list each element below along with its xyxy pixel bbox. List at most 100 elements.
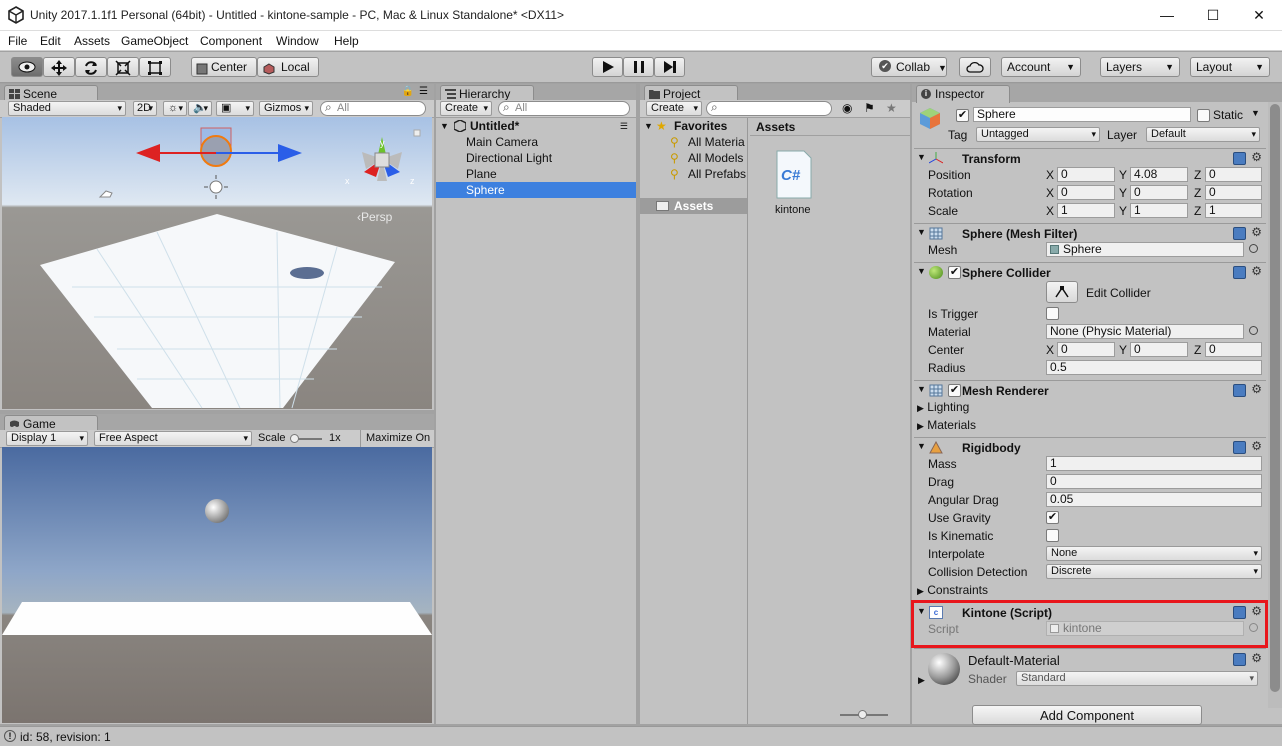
collider-foldout-icon[interactable]: ▼ (917, 266, 926, 276)
camera-icon[interactable] (98, 190, 113, 198)
is-trigger-checkbox[interactable] (1046, 307, 1059, 320)
sphere-collider-header[interactable]: ▼ ✔ Sphere Collider ⚙ (914, 262, 1266, 282)
directional-light-icon[interactable] (204, 175, 228, 199)
game-viewport[interactable] (2, 447, 432, 723)
maximize-button[interactable]: ☐ (1190, 0, 1236, 31)
static-dropdown-icon[interactable]: ▼ (1251, 108, 1260, 118)
help-icon[interactable] (1233, 441, 1246, 454)
hand-tool-button[interactable] (11, 57, 43, 77)
asset-kintone-script[interactable]: C# (774, 150, 814, 200)
center-y-field[interactable]: 0 (1130, 342, 1188, 357)
hierarchy-item-sphere[interactable]: Sphere (436, 182, 636, 198)
interpolate-dropdown[interactable]: None (1046, 546, 1262, 561)
project-create-dropdown[interactable]: Create (646, 101, 702, 116)
mesh-filter-header[interactable]: ▼ Sphere (Mesh Filter) ⚙ (914, 223, 1266, 243)
favorite-all-prefabs[interactable]: ⚲ All Prefabs (640, 166, 747, 182)
radius-field[interactable]: 0.5 (1046, 360, 1262, 375)
renderer-enabled-checkbox[interactable]: ✔ (948, 384, 961, 397)
minimize-button[interactable]: — (1144, 0, 1190, 31)
lock-icon[interactable]: 🔒 (402, 86, 414, 97)
renderer-foldout-icon[interactable]: ▼ (917, 384, 926, 394)
account-dropdown[interactable]: Account ▼ (1001, 57, 1081, 77)
play-button[interactable] (592, 57, 623, 77)
rotation-z-field[interactable]: 0 (1205, 185, 1262, 200)
step-button[interactable] (654, 57, 685, 77)
display-dropdown[interactable]: Display 1 (6, 431, 88, 446)
tag-dropdown[interactable]: Untagged (976, 127, 1100, 142)
tab-inspector[interactable]: i Inspector (916, 85, 1010, 103)
scene-lighting-toggle[interactable]: ☼ (163, 101, 187, 116)
help-icon[interactable] (1233, 152, 1246, 165)
scene-audio-toggle[interactable]: 🔈 (188, 101, 212, 116)
shader-dropdown[interactable]: Standard (1016, 671, 1258, 686)
physic-material-field[interactable]: None (Physic Material) (1046, 324, 1244, 339)
inspector-scrollbar-thumb[interactable] (1270, 104, 1280, 692)
lighting-foldout[interactable]: ▶ Lighting (917, 400, 969, 414)
filter-by-label-icon[interactable]: ⚑ (864, 101, 875, 115)
scale-slider[interactable] (290, 434, 322, 443)
gear-icon[interactable]: ⚙ (1251, 150, 1262, 164)
material-foldout-icon[interactable]: ▶ (918, 675, 925, 686)
pivot-local-button[interactable]: Local (257, 57, 319, 77)
angular-drag-field[interactable]: 0.05 (1046, 492, 1262, 507)
transform-header[interactable]: ▼ Transform ⚙ (914, 148, 1266, 168)
filter-by-type-icon[interactable]: ◉ (842, 101, 852, 115)
mesh-object-field[interactable]: Sphere (1046, 242, 1244, 257)
object-picker-icon[interactable] (1249, 326, 1258, 335)
scale-z-field[interactable]: 1 (1205, 203, 1262, 218)
gizmos-dropdown[interactable]: Gizmos (259, 101, 313, 116)
scene-effects-dropdown[interactable]: ▣ (216, 101, 254, 116)
expand-arrow-icon[interactable]: ▼ (440, 118, 449, 134)
gameobject-active-checkbox[interactable]: ✔ (956, 109, 969, 122)
selected-sphere[interactable] (200, 135, 232, 167)
static-checkbox[interactable] (1197, 109, 1210, 122)
menu-file[interactable]: File (8, 34, 27, 48)
pause-button[interactable] (623, 57, 654, 77)
close-button[interactable]: ✕ (1236, 0, 1282, 31)
gear-icon[interactable]: ⚙ (1251, 651, 1262, 665)
favorite-all-materials[interactable]: ⚲ All Materia (640, 134, 747, 150)
menu-edit[interactable]: Edit (40, 34, 61, 48)
collab-button[interactable]: ✔ Collab ▼ (871, 57, 947, 77)
gear-icon[interactable]: ⚙ (1251, 439, 1262, 453)
gear-icon[interactable]: ⚙ (1251, 225, 1262, 239)
favorites-row[interactable]: ▼ ★ Favorites (640, 118, 747, 134)
layout-dropdown[interactable]: Layout ▼ (1190, 57, 1270, 77)
icon-size-slider[interactable] (840, 710, 888, 719)
scale-tool-button[interactable] (107, 57, 139, 77)
star-icon[interactable]: ★ (886, 101, 897, 115)
scene-search-input[interactable]: All (320, 101, 426, 116)
favorite-all-models[interactable]: ⚲ All Models (640, 150, 747, 166)
cloud-button[interactable] (959, 57, 991, 77)
layer-dropdown[interactable]: Default (1146, 127, 1260, 142)
inspector-scrollbar[interactable] (1268, 102, 1282, 708)
mesh-renderer-header[interactable]: ▼ ✔ Mesh Renderer ⚙ (914, 380, 1266, 400)
scene-viewport[interactable]: y x z ‹Persp (2, 117, 432, 409)
mode-2d-toggle[interactable]: 2D (133, 101, 157, 116)
scale-y-field[interactable]: 1 (1130, 203, 1188, 218)
gameobject-name-field[interactable]: Sphere (973, 107, 1191, 122)
collider-enabled-checkbox[interactable]: ✔ (948, 266, 961, 279)
scale-slider-thumb[interactable] (290, 434, 299, 443)
position-x-field[interactable]: 0 (1057, 167, 1115, 182)
drag-field[interactable]: 0 (1046, 474, 1262, 489)
gizmo-x-arrow[interactable] (136, 144, 160, 162)
shading-mode-dropdown[interactable]: Shaded (8, 101, 126, 116)
hierarchy-item-main-camera[interactable]: Main Camera (436, 134, 636, 150)
menu-gameobject[interactable]: GameObject (121, 34, 188, 48)
favorites-expand-icon[interactable]: ▼ (644, 118, 653, 134)
materials-foldout[interactable]: ▶ Materials (917, 418, 976, 432)
rigidbody-foldout-icon[interactable]: ▼ (917, 441, 926, 451)
transform-foldout-icon[interactable]: ▼ (917, 152, 926, 162)
scale-x-field[interactable]: 1 (1057, 203, 1115, 218)
collision-detection-dropdown[interactable]: Discrete (1046, 564, 1262, 579)
use-gravity-checkbox[interactable]: ✔ (1046, 511, 1059, 524)
rigidbody-header[interactable]: ▼ Rigidbody ⚙ (914, 437, 1266, 457)
perspective-label[interactable]: ‹Persp (357, 210, 392, 224)
constraints-foldout[interactable]: ▶ Constraints (917, 583, 988, 597)
maximize-on-play-toggle[interactable]: Maximize On (360, 430, 434, 447)
menu-assets[interactable]: Assets (74, 34, 110, 48)
hierarchy-item-directional-light[interactable]: Directional Light (436, 150, 636, 166)
scene-root-row[interactable]: ▼ Untitled* ☰ (436, 118, 636, 134)
menu-window[interactable]: Window (276, 34, 319, 48)
